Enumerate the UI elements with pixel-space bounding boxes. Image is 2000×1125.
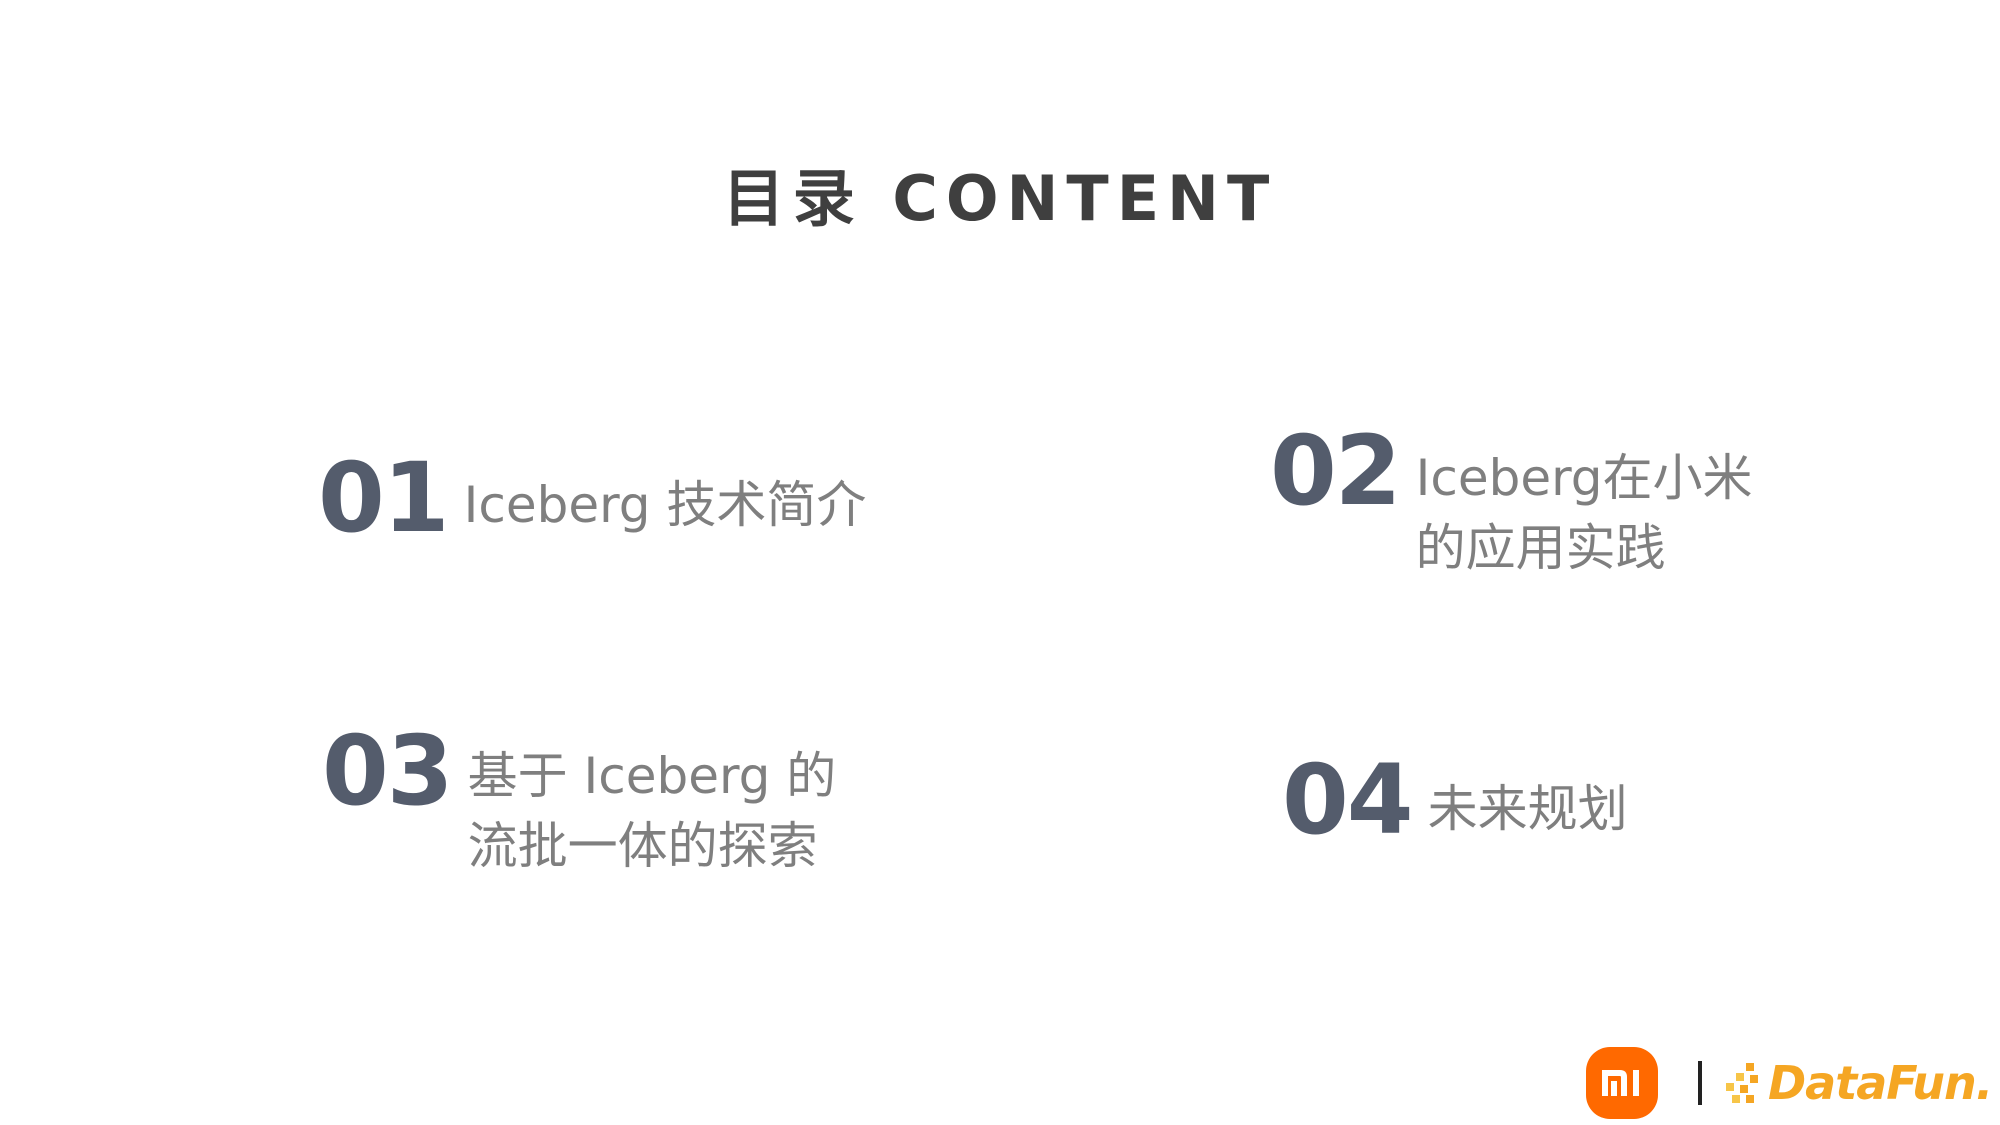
datafun-pixel-mark bbox=[1726, 1063, 1758, 1103]
toc-label-line: 未来规划 bbox=[1427, 780, 1628, 838]
toc-number: 04 bbox=[1282, 744, 1414, 856]
footer-logos: DataFun. bbox=[1586, 1047, 1993, 1119]
toc-label-line: 基于 Iceberg 的 bbox=[467, 747, 837, 805]
toc-label: Iceberg在小米 的应用实践 bbox=[1416, 443, 1753, 583]
page-title: 目录 CONTENT bbox=[722, 162, 1278, 235]
toc-label-line: 的应用实践 bbox=[1415, 519, 1666, 577]
logo-separator bbox=[1698, 1061, 1702, 1105]
toc-label-line: Iceberg在小米 bbox=[1415, 449, 1753, 507]
toc-label: 未来规划 bbox=[1428, 774, 1628, 844]
toc-item-03: 03 基于 Iceberg 的 流批一体的探索 bbox=[322, 723, 836, 881]
xiaomi-logo bbox=[1586, 1047, 1658, 1119]
slide: 目录 CONTENT 01 Iceberg 技术简介 02 Iceberg在小米… bbox=[0, 0, 2000, 1125]
toc-item-04: 04 未来规划 bbox=[1282, 752, 1628, 848]
datafun-wordmark: DataFun. bbox=[1768, 1056, 1993, 1110]
toc-label: Iceberg 技术简介 bbox=[464, 470, 867, 540]
toc-number: 02 bbox=[1270, 415, 1402, 527]
toc-number: 01 bbox=[318, 442, 450, 554]
xiaomi-logo-mark bbox=[1602, 1070, 1639, 1096]
toc-number: 03 bbox=[322, 715, 454, 827]
toc-item-02: 02 Iceberg在小米 的应用实践 bbox=[1270, 423, 1753, 583]
toc-label: 基于 Iceberg 的 流批一体的探索 bbox=[468, 741, 837, 881]
datafun-logo: DataFun. bbox=[1724, 1056, 1993, 1110]
toc-label-line: 流批一体的探索 bbox=[467, 817, 818, 875]
toc-label-line: Iceberg 技术简介 bbox=[463, 476, 867, 534]
toc-item-01: 01 Iceberg 技术简介 bbox=[318, 450, 866, 546]
